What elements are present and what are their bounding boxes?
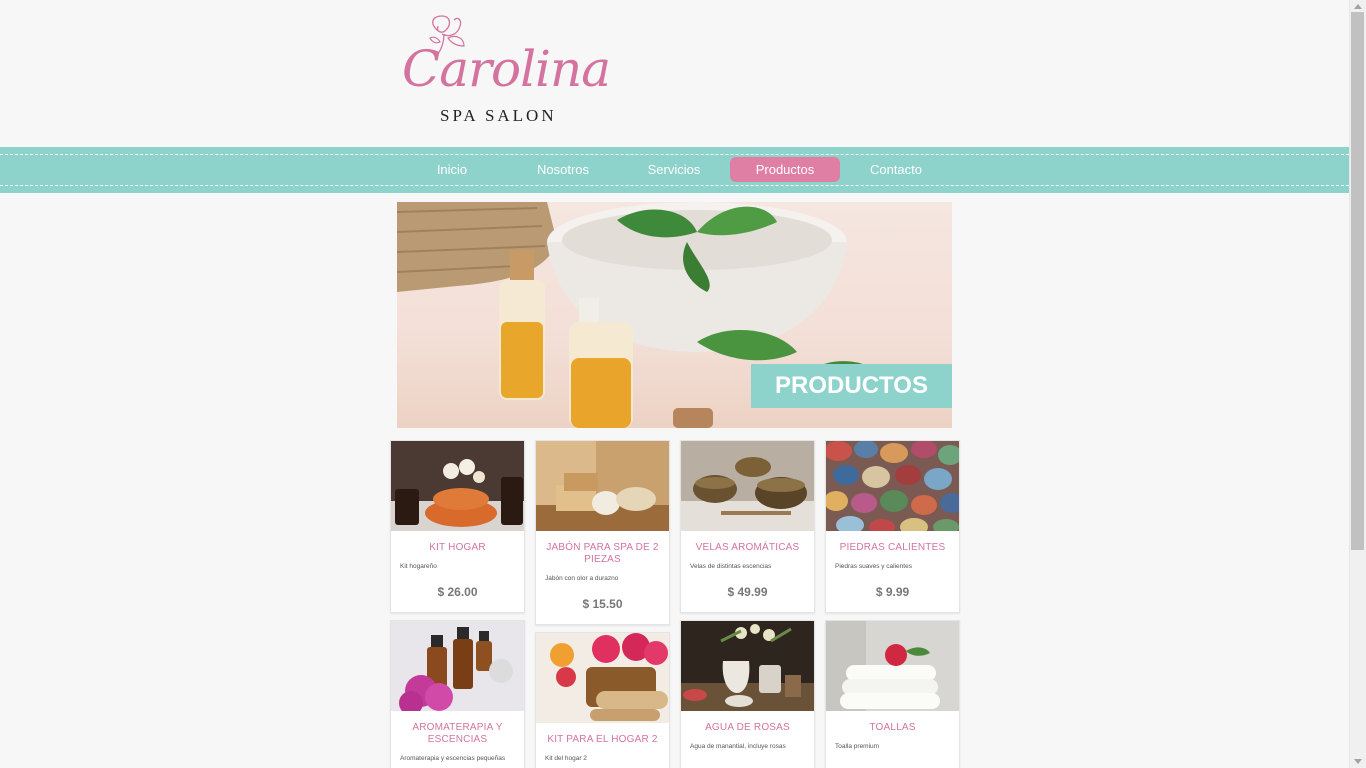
nav-item-servicios[interactable]: Servicios — [619, 157, 729, 182]
product-card[interactable]: VELAS AROMÁTICAS Velas de distintas esce… — [680, 440, 815, 613]
brand-name: Carolina — [402, 40, 611, 98]
product-description: Piedras suaves y calientes — [835, 563, 912, 570]
nav-item-contacto[interactable]: Contacto — [841, 157, 951, 182]
product-title[interactable]: AROMATERAPIA Y ESCENCIAS — [399, 722, 516, 746]
scroll-up-icon[interactable] — [1354, 4, 1362, 9]
vertical-scrollbar[interactable] — [1349, 0, 1366, 768]
product-card[interactable]: TOALLAS Toalla premium — [825, 620, 960, 768]
nav-item-productos[interactable]: Productos — [730, 157, 840, 182]
scrollbar-thumb[interactable] — [1351, 12, 1364, 550]
product-card[interactable]: JABÓN PARA SPA DE 2 PIEZAS Jabón con olo… — [535, 440, 670, 625]
hero-label: PRODUCTOS — [751, 364, 952, 408]
brand-logo[interactable]: Carolina SPA SALON — [398, 10, 611, 130]
product-image-kit-hogar — [391, 441, 524, 531]
product-card[interactable]: AROMATERAPIA Y ESCENCIAS Aromaterapia y … — [390, 620, 525, 768]
hero-banner: PRODUCTOS — [397, 202, 952, 428]
product-title[interactable]: VELAS AROMÁTICAS — [689, 542, 806, 554]
product-title[interactable]: TOALLAS — [834, 722, 951, 734]
product-description: Aromaterapia y escencias pequeñas — [400, 755, 506, 762]
product-image-aromaterapia — [391, 621, 524, 711]
product-image-jabon — [536, 441, 669, 531]
product-title[interactable]: AGUA DE ROSAS — [689, 722, 806, 734]
product-price: $ 9.99 — [875, 585, 910, 599]
product-title[interactable]: JABÓN PARA SPA DE 2 PIEZAS — [544, 542, 661, 566]
nav-item-inicio[interactable]: Inicio — [397, 157, 507, 182]
product-description: Jabón con olor a durazno — [545, 575, 619, 582]
product-image-toallas — [826, 621, 959, 711]
product-card[interactable]: KIT HOGAR Kit hogareño $ 26.00 — [390, 440, 525, 613]
product-description: Agua de manantial, incluye rosas — [690, 743, 786, 750]
product-title[interactable]: KIT PARA EL HOGAR 2 — [544, 734, 661, 746]
nav-item-nosotros[interactable]: Nosotros — [508, 157, 618, 182]
product-description: Kit hogareño — [400, 563, 437, 570]
product-price: $ 49.99 — [727, 585, 768, 599]
product-title[interactable]: KIT HOGAR — [399, 542, 516, 554]
product-card[interactable]: PIEDRAS CALIENTES Piedras suaves y calie… — [825, 440, 960, 613]
product-title[interactable]: PIEDRAS CALIENTES — [834, 542, 951, 554]
product-image-kit-hogar-2 — [536, 633, 669, 723]
product-card[interactable]: KIT PARA EL HOGAR 2 Kit del hogar 2 — [535, 632, 670, 768]
product-image-piedras — [826, 441, 959, 531]
product-card[interactable]: AGUA DE ROSAS Agua de manantial, incluye… — [680, 620, 815, 768]
product-image-agua-rosas — [681, 621, 814, 711]
product-price: $ 15.50 — [582, 597, 623, 611]
scroll-down-icon[interactable] — [1354, 759, 1362, 764]
product-image-velas — [681, 441, 814, 531]
brand-tagline: SPA SALON — [440, 106, 557, 125]
main-navigation: Inicio Nosotros Servicios Productos Cont… — [0, 147, 1349, 193]
product-description: Toalla premium — [835, 743, 880, 750]
product-price: $ 26.00 — [437, 585, 478, 599]
product-description: Velas de distintas escencias — [690, 563, 772, 570]
product-description: Kit del hogar 2 — [545, 755, 587, 762]
